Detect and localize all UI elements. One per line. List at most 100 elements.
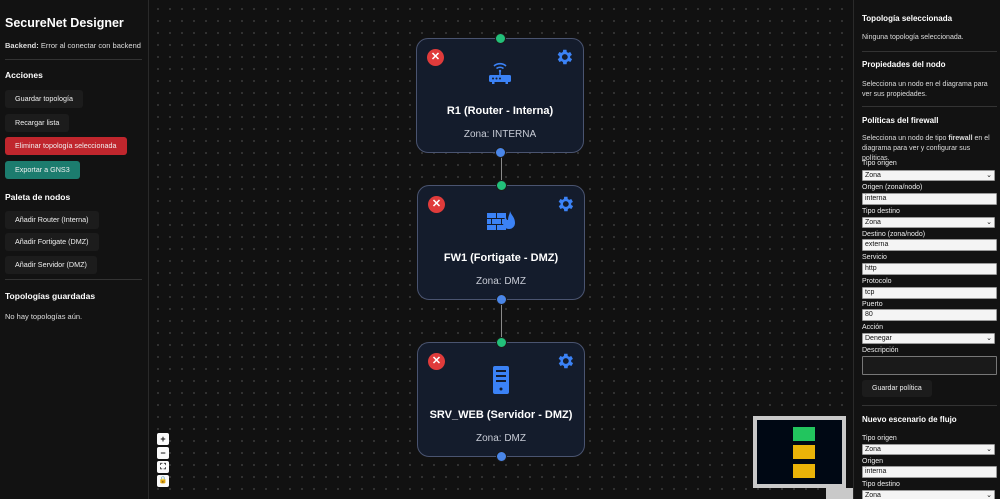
backend-label: Backend: [5, 41, 39, 50]
divider [862, 106, 997, 107]
delete-node-icon[interactable]: ✕ [427, 49, 444, 66]
firewall-icon [487, 211, 515, 230]
flow-dest-type-select[interactable]: Zona ⌄ [862, 490, 995, 499]
policy-source-label: Origen (zona/nodo) [862, 184, 923, 191]
policy-dest-input[interactable]: externa [862, 239, 997, 251]
minimap-node [793, 445, 815, 459]
actions-title: Acciones [5, 70, 43, 80]
selected-topology-text: Ninguna topología seleccionada. [862, 34, 964, 41]
policy-source-type-label: Tipo origen [862, 160, 897, 167]
add-router-button[interactable]: Añadir Router (Interna) [5, 211, 99, 229]
node-label: FW1 (Fortigate - DMZ) [443, 252, 559, 264]
node-r1-output-handle[interactable] [495, 147, 506, 158]
flow-source-label: Origen [862, 458, 884, 465]
policy-protocol-label: Protocolo [862, 278, 892, 285]
node-zone: Zona: DMZ [475, 433, 526, 444]
policy-source-input[interactable]: interna [862, 193, 997, 205]
saved-topologies-empty: No hay topologías aún. [5, 312, 83, 321]
flow-source-input[interactable]: interna [862, 466, 997, 478]
policy-dest-type-label: Tipo destino [862, 208, 900, 215]
diagram-canvas[interactable]: ✕ R1 (Router - Interna) Zona: INTERNA ✕ [149, 0, 853, 499]
flow-scenario-title: Nuevo escenario de flujo [862, 415, 957, 424]
policy-port-input[interactable]: 80 [862, 309, 997, 321]
add-server-button[interactable]: Añadir Servidor (DMZ) [5, 256, 97, 274]
policy-service-label: Servicio [862, 254, 887, 261]
node-fw1-input-handle[interactable] [496, 180, 507, 191]
zoom-out-button[interactable]: − [157, 447, 169, 459]
policy-service-input[interactable]: http [862, 263, 997, 275]
divider [862, 51, 997, 52]
policy-action-label: Acción [862, 324, 884, 331]
chevron-down-icon: ⌄ [986, 446, 992, 453]
node-zone: Zona: DMZ [475, 276, 526, 287]
node-label: R1 (Router - Interna) [446, 105, 554, 117]
node-fw1[interactable]: ✕ FW1 (Fortigate - DMZ) Zona: DMZ [417, 185, 585, 300]
node-props-text: Selecciona un nodo en el diagrama para v… [862, 81, 988, 98]
node-srv-output-handle[interactable] [496, 451, 507, 462]
flow-dest-type-label: Tipo destino [862, 481, 900, 488]
minimap[interactable] [753, 416, 846, 488]
divider [862, 405, 997, 406]
select-value: Zona [865, 446, 881, 453]
reload-list-button[interactable]: Recargar lista [5, 114, 70, 132]
policy-dest-label: Destino (zona/nodo) [862, 231, 926, 238]
left-sidebar: SecureNet Designer Backend: Error al con… [0, 0, 149, 499]
chevron-down-icon: ⌄ [986, 172, 992, 179]
select-value: Zona [865, 219, 881, 226]
node-srv-web[interactable]: ✕ SRV_WEB (Servidor - DMZ) Zona: DMZ [417, 342, 585, 457]
divider [5, 279, 142, 280]
policy-description-textarea[interactable] [862, 356, 997, 375]
chevron-down-icon: ⌄ [986, 492, 992, 499]
server-icon [493, 366, 509, 394]
gear-icon[interactable] [555, 194, 575, 214]
select-value: Zona [865, 172, 881, 179]
router-icon [489, 62, 511, 84]
backend-status: Backend: Error al conectar con backend [5, 41, 141, 50]
palette-title: Paleta de nodos [5, 192, 71, 202]
delete-topology-button[interactable]: Eliminar topología seleccionada [5, 137, 127, 155]
export-gns3-button[interactable]: Exportar a GNS3 [5, 161, 80, 179]
policy-description-label: Descripción [862, 347, 899, 354]
fit-view-button[interactable]: ⛶ [157, 461, 169, 473]
delete-node-icon[interactable]: ✕ [428, 353, 445, 370]
minimap-node [793, 464, 815, 478]
flow-source-type-select[interactable]: Zona ⌄ [862, 444, 995, 455]
select-value: Denegar [865, 335, 892, 342]
save-topology-button[interactable]: Guardar topología [5, 90, 83, 108]
chevron-down-icon: ⌄ [986, 219, 992, 226]
node-fw1-output-handle[interactable] [496, 294, 507, 305]
node-r1[interactable]: ✕ R1 (Router - Interna) Zona: INTERNA [416, 38, 584, 153]
lock-button[interactable]: 🔒 [157, 475, 169, 487]
right-panel: Topología seleccionada Ninguna topología… [853, 0, 1000, 499]
zoom-in-button[interactable]: + [157, 433, 169, 445]
app-title: SecureNet Designer [5, 16, 124, 30]
select-value: Zona [865, 492, 881, 499]
flow-source-type-label: Tipo origen [862, 435, 897, 442]
saved-topologies-title: Topologías guardadas [5, 291, 96, 301]
node-props-title: Propiedades del nodo [862, 60, 946, 69]
backend-status-text: Error al conectar con backend [40, 41, 141, 50]
minimap-node [793, 427, 815, 441]
selected-topology-title: Topología seleccionada [862, 14, 953, 23]
node-zone: Zona: INTERNA [463, 129, 537, 140]
minimap-tab [826, 488, 854, 499]
divider [5, 59, 142, 60]
policy-action-select[interactable]: Denegar ⌄ [862, 333, 995, 344]
chevron-down-icon: ⌄ [986, 335, 992, 342]
policy-source-type-select[interactable]: Zona ⌄ [862, 170, 995, 181]
node-srv-input-handle[interactable] [496, 337, 507, 348]
policy-dest-type-select[interactable]: Zona ⌄ [862, 217, 995, 228]
gear-icon[interactable] [554, 47, 574, 67]
gear-icon[interactable] [555, 351, 575, 371]
policy-port-label: Puerto [862, 301, 883, 308]
policy-protocol-input[interactable]: tcp [862, 287, 997, 299]
delete-node-icon[interactable]: ✕ [428, 196, 445, 213]
minimap-viewport [757, 420, 842, 484]
node-r1-input-handle[interactable] [495, 33, 506, 44]
edge-fw1-srv[interactable] [501, 302, 502, 340]
add-fortigate-button[interactable]: Añadir Fortigate (DMZ) [5, 233, 99, 251]
firewall-text-pre: Selecciona un nodo de tipo [862, 135, 949, 142]
save-policy-button[interactable]: Guardar política [862, 380, 932, 397]
firewall-text-bold: firewall [948, 135, 973, 142]
firewall-policies-title: Políticas del firewall [862, 116, 939, 125]
